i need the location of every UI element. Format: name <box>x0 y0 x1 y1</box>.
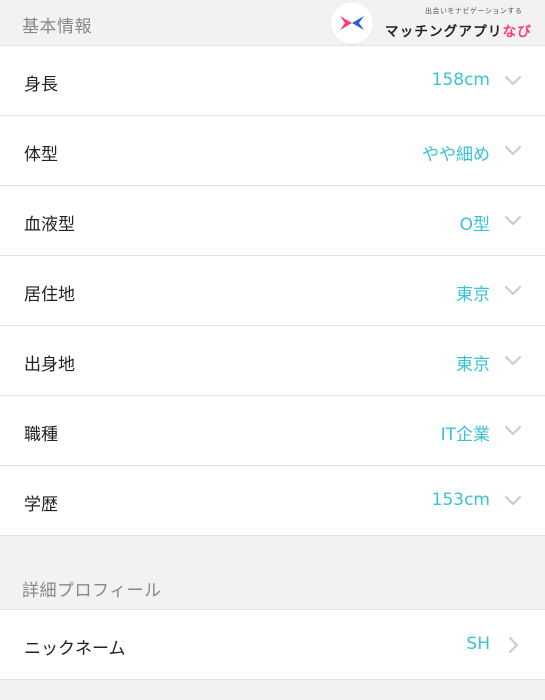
row-label: 出身地 <box>24 355 75 375</box>
chevron-down-icon <box>503 352 523 370</box>
row-residence[interactable]: 居住地 東京 <box>0 256 545 326</box>
logo-name-accent: なび <box>502 24 533 40</box>
butterfly-logo-icon <box>331 2 373 44</box>
chevron-down-icon <box>503 142 523 160</box>
row-nickname[interactable]: ニックネーム SH <box>0 610 545 680</box>
row-label: 身長 <box>24 75 58 95</box>
row-label: 職種 <box>24 425 58 445</box>
row-value: IT企業 <box>440 425 490 445</box>
row-value: やや細め <box>422 145 490 165</box>
row-occupation[interactable]: 職種 IT企業 <box>0 396 545 466</box>
row-value: 158cm <box>431 70 490 90</box>
bottom-fill <box>0 680 545 700</box>
row-body-type[interactable]: 体型 やや細め <box>0 116 545 186</box>
detail-profile-title: 詳細プロフィール <box>22 581 162 601</box>
profile-page: 基本情報 出会いをナビゲーションする マッチングアプリなび 身長 158cm 体… <box>0 0 545 700</box>
basic-info-header: 基本情報 出会いをナビゲーションする マッチングアプリなび <box>0 0 545 46</box>
row-label: 居住地 <box>24 285 75 305</box>
logo-name-main: マッチングアプリ <box>385 24 503 40</box>
chevron-down-icon <box>503 422 523 440</box>
chevron-down-icon <box>503 212 523 230</box>
chevron-right-icon <box>503 636 523 654</box>
row-height[interactable]: 身長 158cm <box>0 46 545 116</box>
chevron-down-icon <box>503 282 523 300</box>
row-label: 体型 <box>24 145 58 165</box>
row-value: SH <box>466 634 490 654</box>
basic-info-title: 基本情報 <box>22 17 92 37</box>
chevron-down-icon <box>503 492 523 510</box>
row-value: 東京 <box>456 355 490 375</box>
row-label: 学歴 <box>24 495 58 515</box>
row-value: 153cm <box>431 490 490 510</box>
detail-profile-header: 詳細プロフィール <box>0 581 545 610</box>
logo-tagline: 出会いをナビゲーションする <box>425 7 523 15</box>
row-label: ニックネーム <box>24 639 126 659</box>
row-value: O型 <box>459 215 490 235</box>
logo-name: マッチングアプリなび <box>385 20 532 40</box>
chevron-down-icon <box>503 72 523 90</box>
row-education[interactable]: 学歴 153cm <box>0 466 545 536</box>
row-value: 東京 <box>456 285 490 305</box>
app-logo: 出会いをナビゲーションする マッチングアプリなび <box>327 0 545 46</box>
row-blood-type[interactable]: 血液型 O型 <box>0 186 545 256</box>
row-hometown[interactable]: 出身地 東京 <box>0 326 545 396</box>
row-label: 血液型 <box>24 215 75 235</box>
